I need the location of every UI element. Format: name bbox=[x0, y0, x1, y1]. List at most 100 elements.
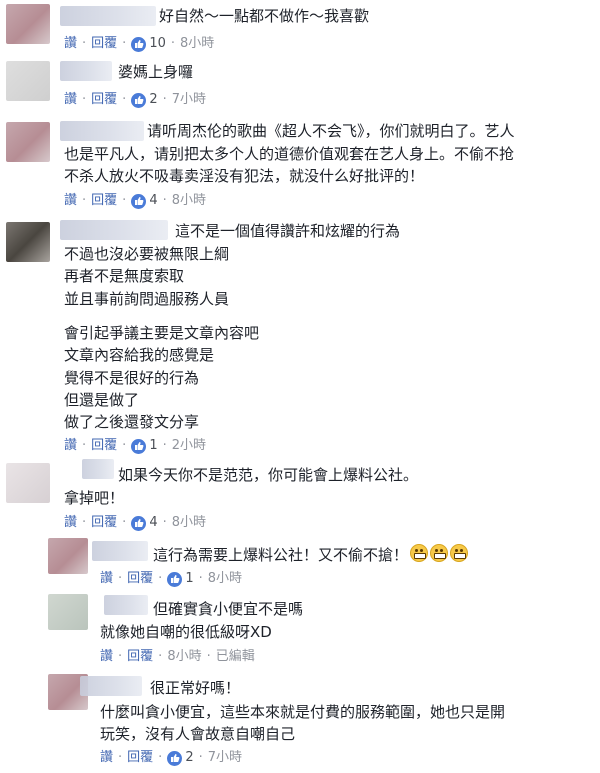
comment-text-line: 不過也沒必要被無限上綱 bbox=[64, 245, 230, 263]
timestamp[interactable]: 8小時 bbox=[180, 35, 214, 53]
reply-text-content: 這行為需要上爆料公社！又不偷不搶！ bbox=[153, 546, 409, 564]
separator: · bbox=[122, 515, 127, 530]
like-button[interactable]: 讚 bbox=[100, 570, 113, 588]
like-count[interactable]: 1 bbox=[149, 437, 157, 455]
comment-text-line: 覺得不是很好的行為 bbox=[64, 369, 200, 387]
separator: · bbox=[122, 193, 127, 208]
edited-label[interactable]: 已編輯 bbox=[216, 648, 255, 666]
commenter-name[interactable] bbox=[60, 121, 144, 141]
grimace-emoji-icon bbox=[430, 544, 449, 562]
separator: · bbox=[122, 36, 127, 51]
timestamp[interactable]: 8小時 bbox=[208, 570, 242, 588]
separator: · bbox=[82, 438, 87, 453]
separator: · bbox=[198, 571, 203, 586]
like-button[interactable]: 讚 bbox=[100, 648, 113, 666]
thumbs-up-icon[interactable] bbox=[131, 193, 147, 209]
comment-text: 婆媽上身囉 bbox=[118, 63, 194, 81]
commenter-name[interactable] bbox=[60, 61, 112, 81]
comment-text-line: 做了之後還發文分享 bbox=[64, 413, 200, 431]
like-button[interactable]: 讚 bbox=[64, 35, 77, 53]
comment-text-line: 這不是一個值得讚許和炫耀的行為 bbox=[175, 222, 401, 240]
separator: · bbox=[158, 750, 163, 765]
timestamp[interactable]: 7小時 bbox=[172, 91, 206, 109]
avatar[interactable] bbox=[6, 222, 50, 262]
comment-actions: 讚 · 回覆 · 4 · 8小時 bbox=[64, 192, 206, 210]
timestamp[interactable]: 7小時 bbox=[208, 749, 242, 767]
separator: · bbox=[162, 438, 167, 453]
reply-button[interactable]: 回覆 bbox=[91, 437, 117, 455]
separator: · bbox=[198, 750, 203, 765]
timestamp[interactable]: 8小時 bbox=[172, 192, 206, 210]
separator: · bbox=[118, 649, 123, 664]
like-count[interactable]: 4 bbox=[149, 192, 157, 210]
like-button[interactable]: 讚 bbox=[100, 749, 113, 767]
comment-actions: 讚 · 回覆 · 4 · 8小時 bbox=[64, 514, 206, 532]
comment-actions: 讚 · 回覆 · 1 · 8小時 bbox=[100, 570, 242, 588]
comment-text-line: 但還是做了 bbox=[64, 391, 140, 409]
reply-text-line: 就像她自嘲的很低級呀XD bbox=[100, 623, 272, 641]
thumbs-up-icon[interactable] bbox=[167, 750, 183, 766]
comment-text: 好自然～一點都不做作～我喜歡 bbox=[159, 7, 370, 25]
commenter-name[interactable] bbox=[80, 676, 142, 696]
like-button[interactable]: 讚 bbox=[64, 91, 77, 109]
commenter-name[interactable] bbox=[82, 459, 114, 479]
like-count[interactable]: 2 bbox=[185, 749, 193, 767]
avatar[interactable] bbox=[6, 4, 50, 44]
comment-text-line: 並且事前詢問過服務人員 bbox=[64, 290, 230, 308]
thumbs-up-icon[interactable] bbox=[131, 36, 147, 52]
reply-button[interactable]: 回覆 bbox=[127, 749, 153, 767]
comment-actions: 讚 · 回覆 · 1 · 2小時 bbox=[64, 437, 206, 455]
separator: · bbox=[82, 515, 87, 530]
like-count[interactable]: 2 bbox=[149, 91, 157, 109]
avatar[interactable] bbox=[6, 463, 50, 503]
comment-text-line: 也是平凡人，请别把太多个人的道德价值观套在艺人身上。不偷不抢 bbox=[64, 145, 515, 163]
like-button[interactable]: 讚 bbox=[64, 514, 77, 532]
timestamp[interactable]: 8小時 bbox=[172, 514, 206, 532]
reply-button[interactable]: 回覆 bbox=[91, 35, 117, 53]
reply-button[interactable]: 回覆 bbox=[91, 514, 117, 532]
reply-button[interactable]: 回覆 bbox=[127, 648, 153, 666]
thumbs-up-icon[interactable] bbox=[131, 92, 147, 108]
like-count[interactable]: 4 bbox=[149, 514, 157, 532]
commenter-name[interactable] bbox=[60, 220, 168, 240]
separator: · bbox=[118, 571, 123, 586]
comment-text-line: 请听周杰伦的歌曲《超人不会飞》，你们就明白了。艺人 bbox=[147, 122, 515, 140]
grimace-emoji-icon bbox=[450, 544, 469, 562]
thumbs-up-icon[interactable] bbox=[167, 571, 183, 587]
comment-text-line: 文章內容給我的感覺是 bbox=[64, 346, 215, 364]
separator: · bbox=[158, 649, 163, 664]
avatar[interactable] bbox=[48, 594, 88, 630]
like-button[interactable]: 讚 bbox=[64, 437, 77, 455]
avatar[interactable] bbox=[6, 61, 50, 101]
commenter-name[interactable] bbox=[92, 541, 148, 561]
comment-actions: 讚 · 回覆 · 10 · 8小時 bbox=[64, 35, 214, 53]
comment-actions: 讚 · 回覆 · 2 · 7小時 bbox=[64, 91, 206, 109]
reply-text-line: 但確實貪小便宜不是嗎 bbox=[153, 600, 304, 618]
separator: · bbox=[158, 571, 163, 586]
comment-actions: 讚 · 回覆 · 2 · 7小時 bbox=[100, 749, 242, 767]
grimace-emoji-icon bbox=[410, 544, 429, 562]
thumbs-up-icon[interactable] bbox=[131, 515, 147, 531]
comment-text-line: 會引起爭議主要是文章內容吧 bbox=[64, 324, 260, 342]
commenter-name[interactable] bbox=[60, 6, 156, 26]
avatar[interactable] bbox=[48, 538, 88, 574]
like-count[interactable]: 10 bbox=[149, 35, 166, 53]
reply-text: 這行為需要上爆料公社！又不偷不搶！ bbox=[153, 544, 469, 566]
separator: · bbox=[122, 92, 127, 107]
comment-actions: 讚 · 回覆 · 8小時 · 已編輯 bbox=[100, 648, 255, 666]
separator: · bbox=[170, 36, 175, 51]
reply-text-line: 很正常好嗎！ bbox=[150, 679, 241, 697]
separator: · bbox=[122, 438, 127, 453]
comment-text-line: 如果今天你不是范范，你可能會上爆料公社。 bbox=[118, 466, 419, 484]
reply-button[interactable]: 回覆 bbox=[91, 192, 117, 210]
like-button[interactable]: 讚 bbox=[64, 192, 77, 210]
reply-button[interactable]: 回覆 bbox=[91, 91, 117, 109]
like-count[interactable]: 1 bbox=[185, 570, 193, 588]
thumbs-up-icon[interactable] bbox=[131, 438, 147, 454]
commenter-name[interactable] bbox=[104, 595, 148, 615]
avatar[interactable] bbox=[6, 122, 50, 162]
timestamp[interactable]: 2小時 bbox=[172, 437, 206, 455]
separator: · bbox=[162, 515, 167, 530]
reply-button[interactable]: 回覆 bbox=[127, 570, 153, 588]
timestamp[interactable]: 8小時 bbox=[167, 648, 201, 666]
